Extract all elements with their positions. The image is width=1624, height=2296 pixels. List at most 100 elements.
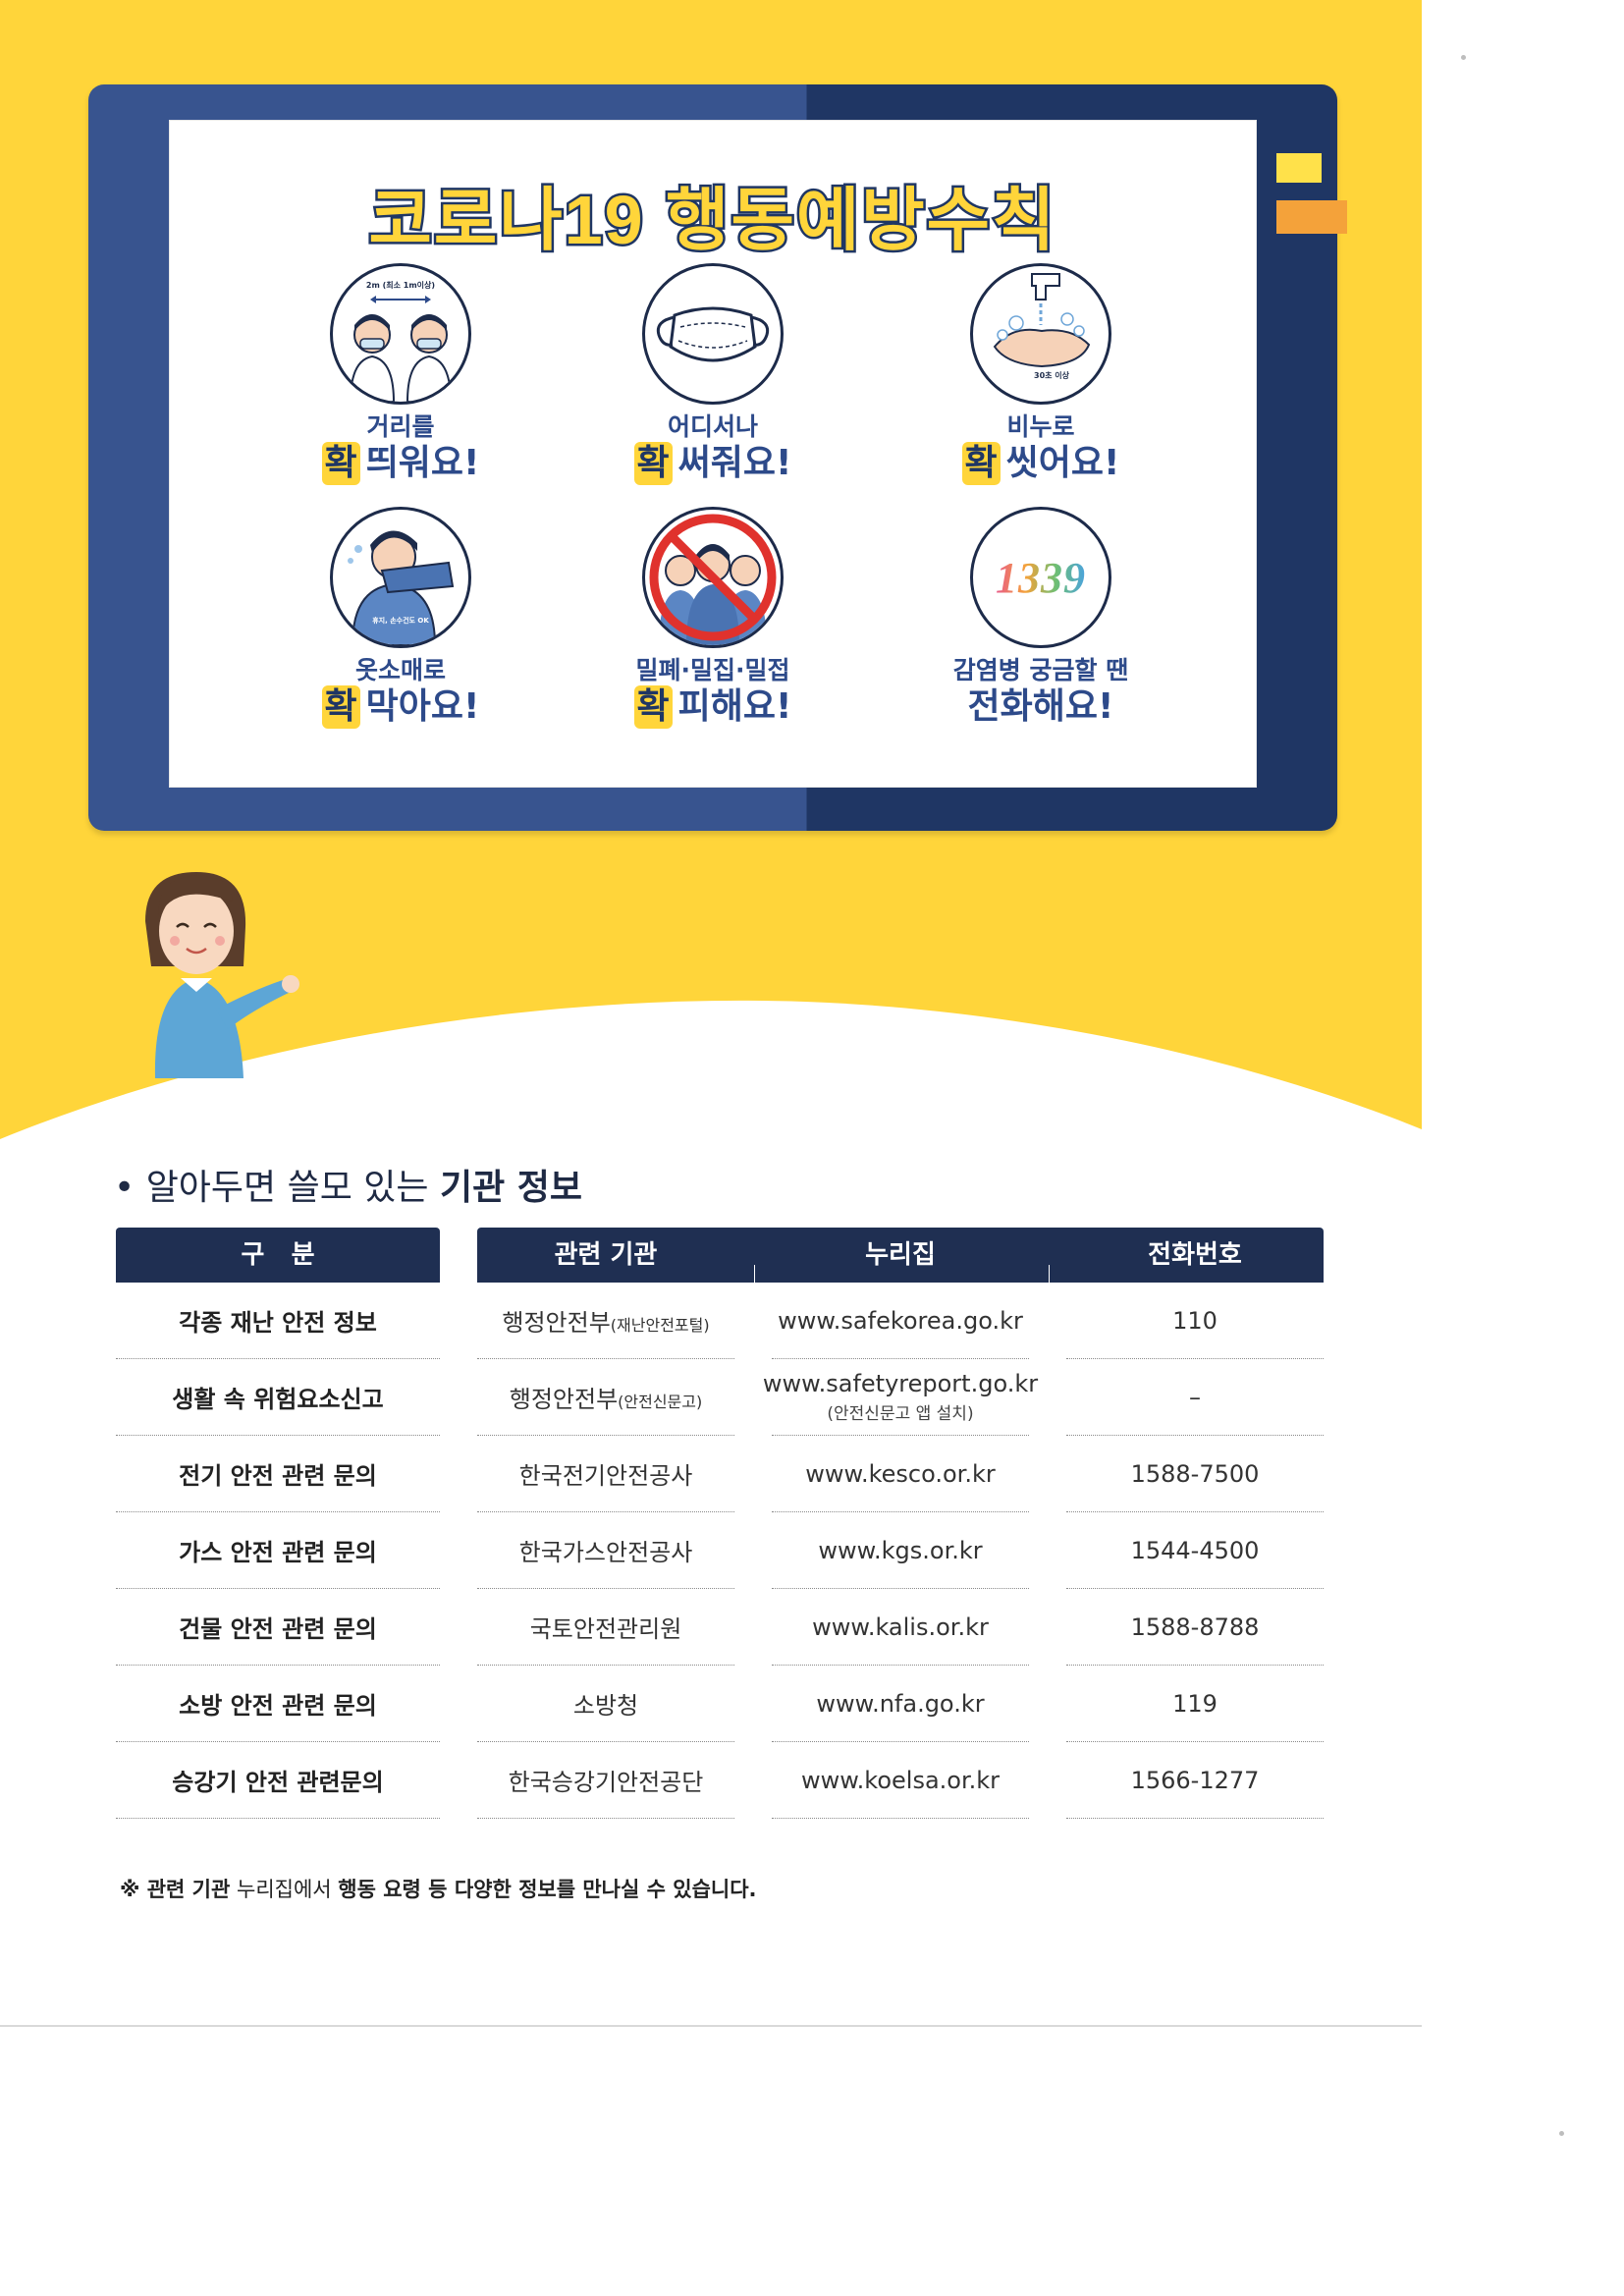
cough-icon-text: 휴지, 손수건도 OK [372,617,429,625]
header-website: 누리집 [865,1240,936,1270]
row-phone: – [1066,1359,1324,1436]
row-website-link[interactable]: www.koelsa.or.kr [772,1742,1029,1819]
row-org: 행정안전부(안전신문고) [477,1359,734,1436]
header-divider [1049,1265,1050,1283]
handwash-icon-text: 30초 이상 [1034,371,1069,380]
table-row: 소방 안전 관련 문의 소방청 www.nfa.go.kr 119 [0,1666,1375,1742]
row-website-link[interactable]: www.kgs.or.kr [772,1512,1029,1589]
footnote: ※ 관련 기관 누리집에서 행동 요령 등 다양한 정보를 만나실 수 있습니다… [120,1874,757,1903]
table-row: 가스 안전 관련 문의 한국가스안전공사 www.kgs.or.kr 1544-… [0,1512,1375,1589]
rule-handwash: 30초 이상 비누로 확 씻어요! [893,263,1188,485]
rule-action-text: 띄워요! [365,443,480,483]
table-row: 생활 속 위험요소신고 행정안전부(안전신문고) www.safetyrepor… [0,1359,1375,1436]
no-crowd-icon [642,507,784,648]
sheet-edge [0,2025,1422,2027]
row-website-note: (안전신문고 앱 설치) [827,1404,974,1424]
header-category: 구 분 [241,1240,315,1270]
org-name: 행정안전부 [509,1386,619,1413]
row-org: 한국가스안전공사 [477,1512,734,1589]
hwak-badge: 확 [321,442,360,485]
table-row: 건물 안전 관련 문의 국토안전관리원 www.kalis.or.kr 1588… [0,1589,1375,1666]
table-row: 승강기 안전 관련문의 한국승강기안전공단 www.koelsa.or.kr 1… [0,1742,1375,1819]
hwak-badge: 확 [633,442,673,485]
row-org: 한국전기안전공사 [477,1436,734,1512]
row-website-link[interactable]: www.safekorea.go.kr [772,1283,1029,1359]
row-category: 소방 안전 관련 문의 [116,1666,440,1742]
rule-caption: 비누로 [1006,412,1075,441]
rule-action-text: 씻어요! [1005,443,1120,483]
row-category: 승강기 안전 관련문의 [116,1742,440,1819]
rule-action-text: 써줘요! [677,443,792,483]
rule-caption: 감염병 궁금할 땐 [952,656,1129,684]
mask-icon [642,263,784,405]
row-phone: 1588-7500 [1066,1436,1324,1512]
hwak-badge: 확 [633,685,673,729]
rule-action-text: 전화해요! [967,686,1114,727]
row-org: 국토안전관리원 [477,1589,734,1666]
table-row: 전기 안전 관련 문의 한국전기안전공사 www.kesco.or.kr 158… [0,1436,1375,1512]
row-category: 전기 안전 관련 문의 [116,1436,440,1512]
row-website: www.safetyreport.go.kr (안전신문고 앱 설치) [763,1359,1038,1436]
row-website-link[interactable]: www.kalis.or.kr [772,1589,1029,1666]
rule-avoid-crowd: 밀폐·밀집·밀접 확 피해요! [566,507,860,729]
rule-call: 1339 감염병 궁금할 땐 전화해요! [893,507,1188,729]
section-title-normal: 알아두면 쓸모 있는 [145,1168,429,1208]
hotline-1339-icon: 1339 [970,507,1111,648]
org-sub: (안전신문고) [618,1393,703,1411]
rule-mask: 어디서나 확 써줘요! [566,263,860,485]
scan-speck [1559,2131,1564,2136]
rule-action: 확 피해요! [566,685,860,729]
header-phone: 전화번호 [1148,1240,1242,1270]
hwak-badge: 확 [321,685,360,729]
header-divider [754,1265,755,1283]
rule-action: 확 써줘요! [566,442,860,485]
rule-sleeve: 휴지, 손수건도 OK 옷소매로 확 막아요! [253,507,548,729]
row-org: 소방청 [477,1666,734,1742]
row-phone: 1588-8788 [1066,1589,1324,1666]
rule-action-text: 피해요! [677,686,792,727]
bookmark-tab [1276,153,1322,183]
footnote-mid: 누리집에서 [230,1878,339,1901]
row-org: 한국승강기안전공단 [477,1742,734,1819]
rule-distance: 2m (최소 1m이상) 거리를 확 띄워요! [253,263,548,485]
table-row: 각종 재난 안전 정보 행정안전부(재난안전포털) www.safekorea.… [0,1283,1375,1359]
handwash-icon: 30초 이상 [970,263,1111,405]
table-header-category: 구 분 [116,1228,440,1283]
row-org: 행정안전부(재난안전포털) [477,1283,734,1359]
section-bullet: • [114,1168,135,1208]
rule-action-text: 막아요! [365,686,480,727]
hotline-number: 1339 [996,554,1086,602]
row-phone: 110 [1066,1283,1324,1359]
poster-title: 코로나19 행동예방수칙 [366,180,1057,261]
row-website-link[interactable]: www.nfa.go.kr [772,1666,1029,1742]
rule-action: 확 띄워요! [253,442,548,485]
rule-action: 확 막아요! [253,685,548,729]
rule-caption: 어디서나 [667,412,758,441]
scan-speck [1461,55,1466,60]
distance-icon: 2m (최소 1m이상) [330,263,471,405]
row-category: 가스 안전 관련 문의 [116,1512,440,1589]
hwak-badge: 확 [961,442,1001,485]
row-category: 건물 안전 관련 문의 [116,1589,440,1666]
row-phone: 1566-1277 [1066,1742,1324,1819]
row-website-link[interactable]: www.safetyreport.go.kr [763,1370,1038,1397]
brochure-page: 코로나19 행동예방수칙 2m (최소 1m이상) 거리를 확 띄워요! 어디서… [0,0,1422,2025]
table-header-main: 관련 기관 누리집 전화번호 [477,1228,1324,1283]
rule-caption: 밀폐·밀집·밀접 [635,656,790,684]
rule-caption: 옷소매로 [354,656,446,684]
footnote-prefix: ※ 관련 기관 [120,1878,231,1901]
distance-icon-text: 2m (최소 1m이상) [365,281,436,290]
section-title-bold: 기관 정보 [440,1168,583,1208]
rule-caption: 거리를 [366,412,435,441]
book-page: 코로나19 행동예방수칙 2m (최소 1m이상) 거리를 확 띄워요! 어디서… [169,120,1257,788]
row-website-link[interactable]: www.kesco.or.kr [772,1436,1029,1512]
girl-character-illustration [145,872,299,1078]
bookmark-tab-orange [1276,200,1347,234]
row-phone: 1544-4500 [1066,1512,1324,1589]
row-category: 각종 재난 안전 정보 [116,1283,440,1359]
header-org: 관련 기관 [554,1240,658,1270]
rule-action: 확 씻어요! [893,442,1188,485]
cough-icon: 휴지, 손수건도 OK [330,507,471,648]
footnote-suffix: 행동 요령 등 다양한 정보를 만나실 수 있습니다. [338,1878,757,1901]
row-phone: 119 [1066,1666,1324,1742]
